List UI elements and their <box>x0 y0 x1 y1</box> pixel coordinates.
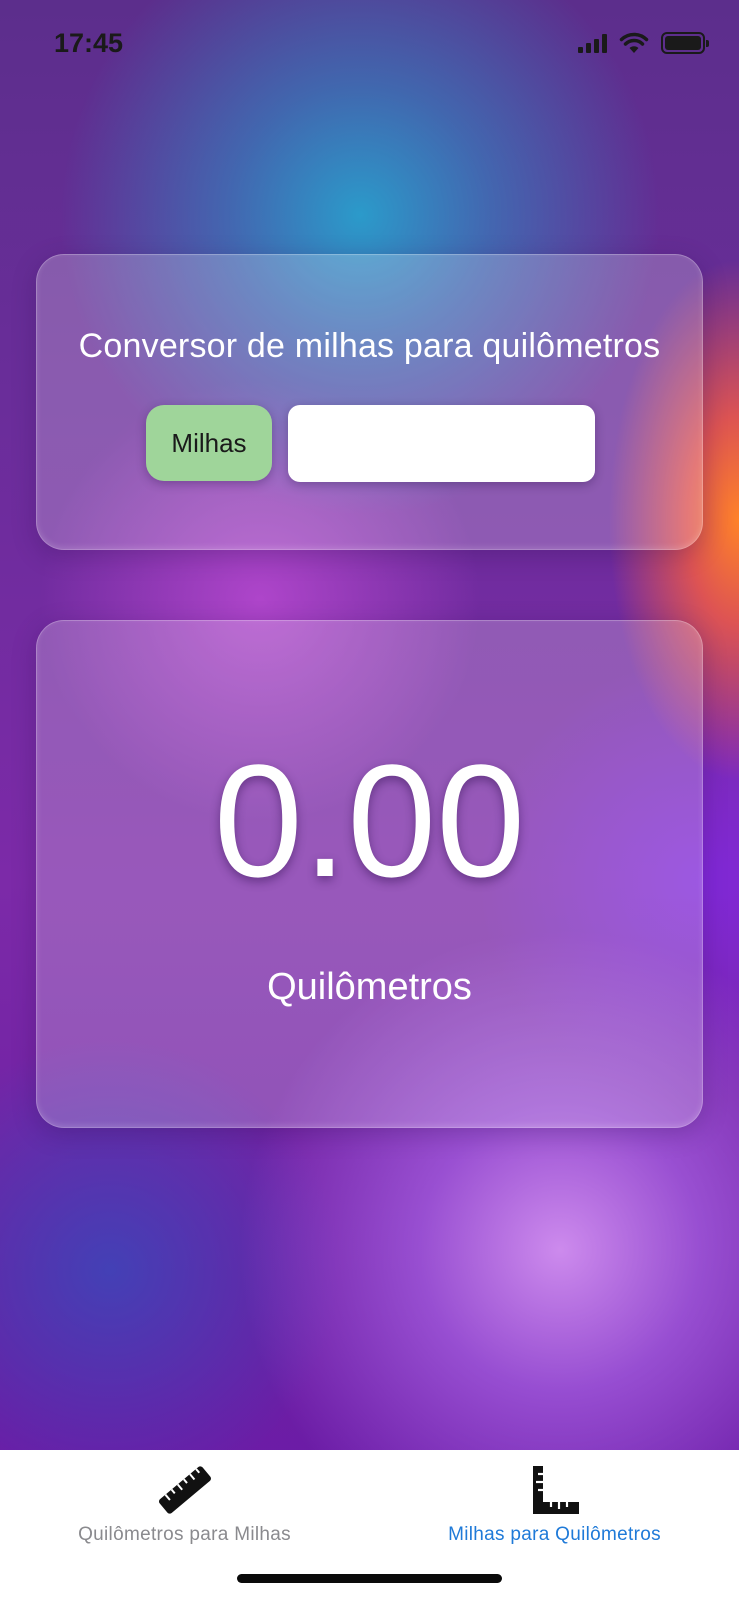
result-card: 0.00 Quilômetros <box>36 620 703 1128</box>
square-ruler-icon <box>532 1466 579 1514</box>
tab-km-to-miles-label: Quilômetros para Milhas <box>78 1524 291 1545</box>
battery-icon <box>661 32 709 54</box>
result-unit-label: Quilômetros <box>267 966 472 1008</box>
miles-input[interactable] <box>288 405 595 482</box>
status-time: 17:45 <box>54 28 124 58</box>
converter-card: Conversor de milhas para quilômetros Mil… <box>36 254 703 550</box>
converter-title: Conversor de milhas para quilômetros <box>78 327 661 365</box>
miles-unit-label: Milhas <box>146 405 272 481</box>
wifi-icon <box>619 32 649 53</box>
home-indicator <box>237 1574 502 1583</box>
tab-km-to-miles[interactable]: Quilômetros para Milhas <box>0 1450 369 1560</box>
ruler-icon <box>158 1466 211 1514</box>
input-row: Milhas <box>146 405 595 482</box>
status-icons <box>578 32 709 54</box>
tab-miles-to-km-label: Milhas para Quilômetros <box>448 1524 661 1545</box>
tab-miles-to-km[interactable]: Milhas para Quilômetros <box>370 1450 739 1560</box>
status-bar: 17:45 <box>0 0 739 90</box>
cellular-signal-icon <box>578 33 607 53</box>
result-value: 0.00 <box>213 731 526 910</box>
